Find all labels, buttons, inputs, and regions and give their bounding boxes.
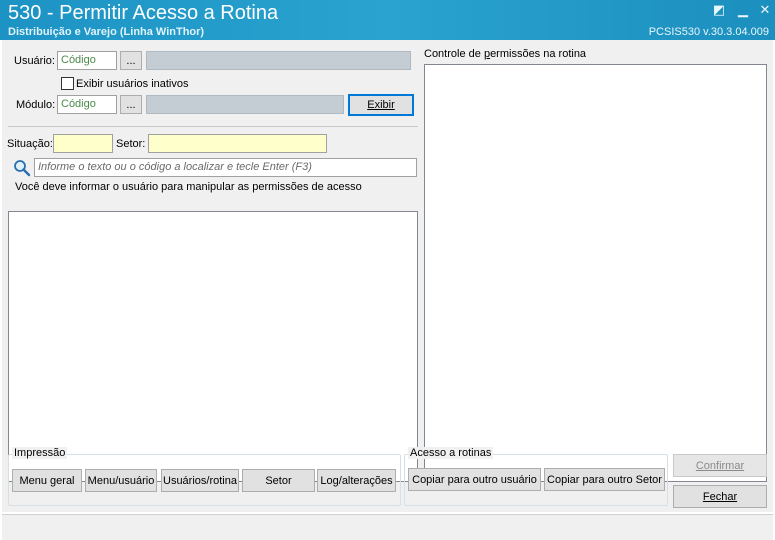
confirmar-label: Confirmar [695,459,745,472]
permissoes-panel[interactable] [424,64,767,482]
search-icon [13,159,31,177]
permissoes-title: Controle de permissões na rotina [424,48,587,60]
usuario-name-field [146,51,411,70]
close-icon[interactable]: ✕ [756,2,774,18]
usuario-label: Usuário: [14,55,55,67]
setor-label: Setor: [116,138,146,150]
inativos-checkbox[interactable] [61,77,74,90]
restore-icon[interactable]: ◩ [710,2,728,18]
acesso-title: Acesso a rotinas [408,447,494,459]
separator [8,126,418,127]
inativos-label: Exibir usuários inativos [76,78,189,90]
modulo-code-input[interactable]: Código [57,95,117,114]
exibir-label: Exibir [367,99,395,111]
setor-input[interactable] [148,134,327,153]
usuario-list-panel[interactable] [8,211,418,482]
fechar-button[interactable]: Fechar [673,485,767,508]
minimize-icon[interactable]: ▁ [734,2,752,18]
modulo-name-field [146,95,344,114]
main-area: Usuário: Código ... Exibir usuários inat… [2,40,773,512]
confirmar-button[interactable]: Confirmar [673,454,767,477]
situacao-label: Situação: [7,138,53,150]
usuario-lookup-button[interactable]: ... [120,51,142,70]
search-input[interactable]: Informe o texto ou o código a localizar … [34,158,417,177]
modulo-lookup-button[interactable]: ... [120,95,142,114]
copiar-setor-button[interactable]: Copiar para outro Setor [544,468,665,491]
info-message: Você deve informar o usuário para manipu… [15,181,362,193]
usuarios-rotina-button[interactable]: Usuários/rotina [161,469,239,492]
impressao-title: Impressão [12,447,68,459]
setor-button[interactable]: Setor [242,469,315,492]
fechar-label: Fechar [702,490,738,503]
menu-geral-button[interactable]: Menu geral [12,469,82,492]
copiar-usuario-button[interactable]: Copiar para outro usuário [408,468,541,491]
modulo-label: Módulo: [16,99,56,111]
status-bar [2,514,773,540]
window-title: 530 - Permitir Acesso a Rotina [8,2,279,24]
menu-usuario-button[interactable]: Menu/usuário [85,469,157,492]
window-subtitle: Distribuição e Varejo (Linha WinThor) [8,26,205,38]
exibir-button[interactable]: Exibir [348,94,414,116]
usuario-code-input[interactable]: Código [57,51,117,70]
log-alteracoes-button[interactable]: Log/alterações [317,469,396,492]
title-bar: 530 - Permitir Acesso a Rotina Distribui… [0,0,775,40]
version-label: PCSIS530 v.30.3.04.009 [648,26,769,38]
situacao-input[interactable] [53,134,113,153]
